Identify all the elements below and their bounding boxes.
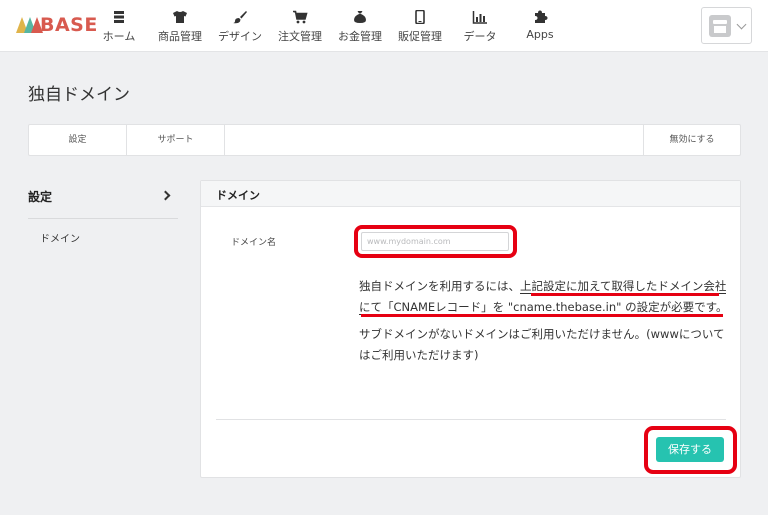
page-title: 独自ドメイン (28, 85, 130, 105)
money-bag-icon (352, 9, 368, 23)
cart-icon (292, 9, 308, 24)
sidebar-heading[interactable]: 設定 (28, 188, 52, 205)
nav-label: データ (463, 30, 497, 43)
puzzle-icon (532, 9, 548, 23)
panel-title: ドメイン (216, 189, 260, 202)
domain-name-label: ドメイン名 (231, 238, 277, 248)
nav-item-apps[interactable]: Apps (516, 0, 564, 52)
logo-wordmark: BASE (40, 14, 98, 36)
nav-label: 注文管理 (278, 30, 322, 43)
store-switcher-button[interactable] (701, 7, 752, 44)
sidebar-divider (28, 218, 178, 219)
bar-chart-icon (472, 9, 488, 24)
nav-label: ホーム (102, 30, 136, 43)
save-highlight-box (644, 426, 737, 474)
disable-app-button[interactable]: 無効にする (643, 125, 740, 155)
nav-item-data[interactable]: データ (456, 0, 504, 52)
nav-label: お金管理 (338, 30, 382, 43)
nav-item-orders[interactable]: 注文管理 (276, 0, 324, 52)
nav-label: Apps (526, 28, 554, 41)
panel-divider (216, 419, 726, 420)
highlight-underline-2 (361, 314, 723, 317)
chevron-right-icon[interactable] (160, 190, 171, 201)
domain-instructions: 独自ドメインを利用するには、上記設定に加えて取得したドメイン会社にて「CNAME… (359, 276, 729, 366)
nav-item-products[interactable]: 商品管理 (154, 0, 206, 52)
nav-label: デザイン (218, 30, 262, 43)
tshirt-icon (172, 9, 188, 23)
panel-header: ドメイン (201, 181, 740, 207)
highlight-underline-1 (531, 293, 719, 296)
tab-support[interactable]: サポート (127, 125, 225, 155)
app-tab-bar: 設定 サポート 無効にする (28, 124, 741, 156)
store-icon (709, 15, 731, 37)
sidebar-item-domain[interactable]: ドメイン (40, 230, 80, 245)
nav-item-money[interactable]: お金管理 (336, 0, 384, 52)
input-highlight-box (354, 225, 517, 258)
nav-item-design[interactable]: デザイン (216, 0, 264, 52)
top-navigation-bar: BASE ホーム 商品管理 デザイン 注文管理 お金管理 販促管理 データ Ap… (0, 0, 768, 52)
base-logo[interactable]: BASE (16, 12, 97, 38)
tab-settings[interactable]: 設定 (29, 125, 127, 155)
phone-icon (412, 9, 428, 25)
nav-label: 販促管理 (398, 30, 442, 43)
instruction-intro: 独自ドメインを利用するには、 (359, 279, 520, 293)
nav-label: 商品管理 (158, 30, 202, 43)
brush-icon (232, 9, 248, 24)
chevron-down-icon (736, 19, 747, 30)
home-list-icon (111, 9, 127, 23)
domain-settings-panel: ドメイン ドメイン名 独自ドメインを利用するには、上記設定に加えて取得したドメイ… (200, 180, 741, 478)
nav-item-promotion[interactable]: 販促管理 (396, 0, 444, 52)
nav-item-home[interactable]: ホーム (96, 0, 142, 52)
instruction-end: です。 (694, 300, 728, 314)
instruction-paragraph-1: 独自ドメインを利用するには、上記設定に加えて取得したドメイン会社にて「CNAME… (359, 276, 729, 318)
instruction-paragraph-2: サブドメインがないドメインはご利用いただけません。(wwwについてはご利用いただ… (359, 327, 725, 362)
